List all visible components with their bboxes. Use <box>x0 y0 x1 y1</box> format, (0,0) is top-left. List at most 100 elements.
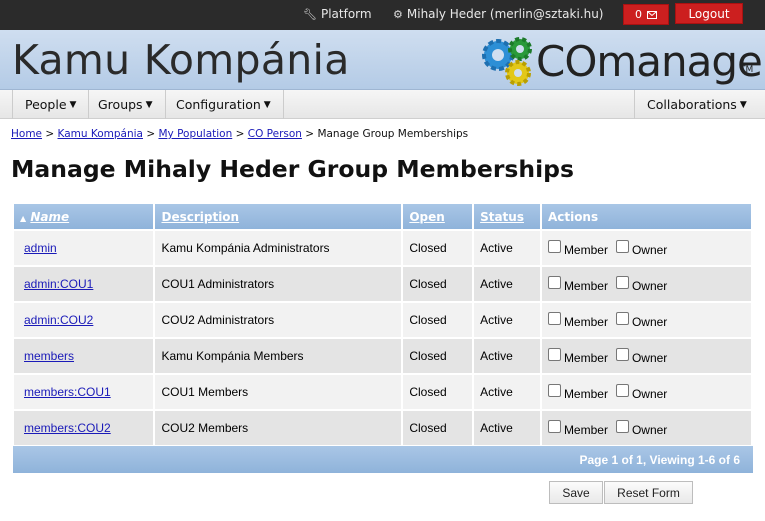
table-row: members Kamu Kompánia Members Closed Active… <box>14 339 751 373</box>
co-name: Kamu Kompánia <box>12 36 350 84</box>
owner-checkbox[interactable] <box>615 383 629 397</box>
notifications-button[interactable]: 0 <box>623 4 669 25</box>
menu-groups[interactable]: Groups ▼ <box>86 90 166 119</box>
menu-collaborations-label: Collaborations <box>647 97 737 112</box>
member-checkbox[interactable] <box>547 311 561 325</box>
menu-collaborations[interactable]: Collaborations ▼ <box>634 90 759 119</box>
breadcrumb-person[interactable]: CO Person <box>248 128 302 140</box>
table-row: members:COU1 COU1 Members Closed Active Memb… <box>14 375 751 409</box>
cell-actions: Member Owner <box>541 303 751 337</box>
cell-name: admin <box>14 231 154 265</box>
menu-configuration[interactable]: Configuration ▼ <box>164 90 284 119</box>
member-label: Member <box>563 422 608 437</box>
table-row: admin:COU1 COU1 Administrators Closed Activ… <box>14 267 751 301</box>
cell-actions: Member Owner <box>541 411 751 445</box>
owner-label: Owner <box>631 314 668 329</box>
group-link[interactable]: admin:COU2 <box>24 313 93 327</box>
col-description-label[interactable]: Description <box>161 210 239 224</box>
member-label: Member <box>563 314 608 329</box>
caret-down-icon: ▼ <box>263 99 271 110</box>
table-row: members:COU2 COU2 Members Closed Active Memb… <box>14 411 751 445</box>
banner: Kamu Kompánia COmanage TM <box>0 30 765 90</box>
owner-label: Owner <box>631 422 668 437</box>
breadcrumb-population[interactable]: My Population <box>158 128 232 140</box>
group-link[interactable]: admin <box>24 241 57 255</box>
table-row: admin Kamu Kompánia Administrators Closed A… <box>14 231 751 265</box>
cell-actions: Member Owner <box>541 339 751 373</box>
group-link[interactable]: members <box>24 349 74 363</box>
col-actions: Actions <box>541 204 751 229</box>
breadcrumb-co[interactable]: Kamu Kompánia <box>58 128 143 140</box>
cell-open: Closed <box>403 267 473 301</box>
group-memberships-table: ▲ Name Description Open Status Actions a… <box>12 202 753 447</box>
cell-description: Kamu Kompánia Members <box>155 339 402 373</box>
member-checkbox[interactable] <box>547 239 561 253</box>
col-status[interactable]: Status <box>474 204 540 229</box>
col-description[interactable]: Description <box>155 204 402 229</box>
cell-description: Kamu Kompánia Administrators <box>155 231 402 265</box>
owner-label: Owner <box>631 386 668 401</box>
owner-label: Owner <box>631 242 668 257</box>
owner-label: Owner <box>631 278 668 293</box>
menu-groups-label: Groups <box>98 97 143 112</box>
cell-actions: Member Owner <box>541 375 751 409</box>
cell-status: Active <box>474 231 540 265</box>
page-title: Manage Mihaly Heder Group Memberships <box>11 155 574 183</box>
col-open-label[interactable]: Open <box>409 210 444 224</box>
member-checkbox[interactable] <box>547 383 561 397</box>
cell-actions: Member Owner <box>541 267 751 301</box>
menu-people[interactable]: People ▼ <box>12 90 90 119</box>
member-checkbox[interactable] <box>547 419 561 433</box>
cell-name: admin:COU1 <box>14 267 154 301</box>
owner-checkbox[interactable] <box>615 239 629 253</box>
group-link[interactable]: members:COU2 <box>24 421 111 435</box>
cell-name: members:COU1 <box>14 375 154 409</box>
top-bar: 🔧︎ Platform ⚙ Mihaly Heder (merlin@sztak… <box>0 0 765 30</box>
pagination-bar: Page 1 of 1, Viewing 1-6 of 6 <box>13 446 753 473</box>
breadcrumb: Home > Kamu Kompánia > My Population > C… <box>11 128 469 140</box>
member-label: Member <box>563 350 608 365</box>
cell-open: Closed <box>403 303 473 337</box>
logo-trademark: TM <box>740 65 754 75</box>
reset-form-button[interactable]: Reset Form <box>604 481 693 504</box>
col-name[interactable]: ▲ Name <box>14 204 154 229</box>
owner-checkbox[interactable] <box>615 347 629 361</box>
member-label: Member <box>563 242 608 257</box>
comanage-logo: COmanage TM <box>478 33 763 89</box>
user-label: Mihaly Heder (merlin@sztaki.hu) <box>406 7 604 21</box>
cell-description: COU1 Administrators <box>155 267 402 301</box>
caret-down-icon: ▼ <box>145 99 153 110</box>
logo-text: COmanage <box>536 37 763 86</box>
cell-open: Closed <box>403 339 473 373</box>
owner-checkbox[interactable] <box>615 275 629 289</box>
cell-status: Active <box>474 267 540 301</box>
member-checkbox[interactable] <box>547 347 561 361</box>
owner-checkbox[interactable] <box>615 311 629 325</box>
cell-open: Closed <box>403 231 473 265</box>
owner-checkbox[interactable] <box>615 419 629 433</box>
logout-button[interactable]: Logout <box>675 3 743 24</box>
platform-menu[interactable]: 🔧︎ Platform <box>303 7 372 21</box>
table-header-row: ▲ Name Description Open Status Actions <box>14 204 751 229</box>
user-menu[interactable]: ⚙ Mihaly Heder (merlin@sztaki.hu) <box>393 7 604 21</box>
col-open[interactable]: Open <box>403 204 473 229</box>
col-status-label[interactable]: Status <box>480 210 524 224</box>
cell-name: members:COU2 <box>14 411 154 445</box>
cell-name: admin:COU2 <box>14 303 154 337</box>
caret-down-icon: ▼ <box>739 99 747 110</box>
col-name-label[interactable]: Name <box>30 210 69 224</box>
group-link[interactable]: admin:COU1 <box>24 277 93 291</box>
main-menu-bar: People ▼ Groups ▼ Configuration ▼ Collab… <box>0 90 765 119</box>
save-button[interactable]: Save <box>549 481 603 504</box>
cell-status: Active <box>474 303 540 337</box>
envelope-icon <box>647 10 657 19</box>
notification-count: 0 <box>635 8 642 21</box>
gears-icon <box>482 37 532 86</box>
group-link[interactable]: members:COU1 <box>24 385 111 399</box>
cell-status: Active <box>474 375 540 409</box>
caret-down-icon: ▼ <box>69 99 77 110</box>
cell-description: COU2 Administrators <box>155 303 402 337</box>
member-checkbox[interactable] <box>547 275 561 289</box>
breadcrumb-home[interactable]: Home <box>11 128 42 140</box>
cell-description: COU1 Members <box>155 375 402 409</box>
